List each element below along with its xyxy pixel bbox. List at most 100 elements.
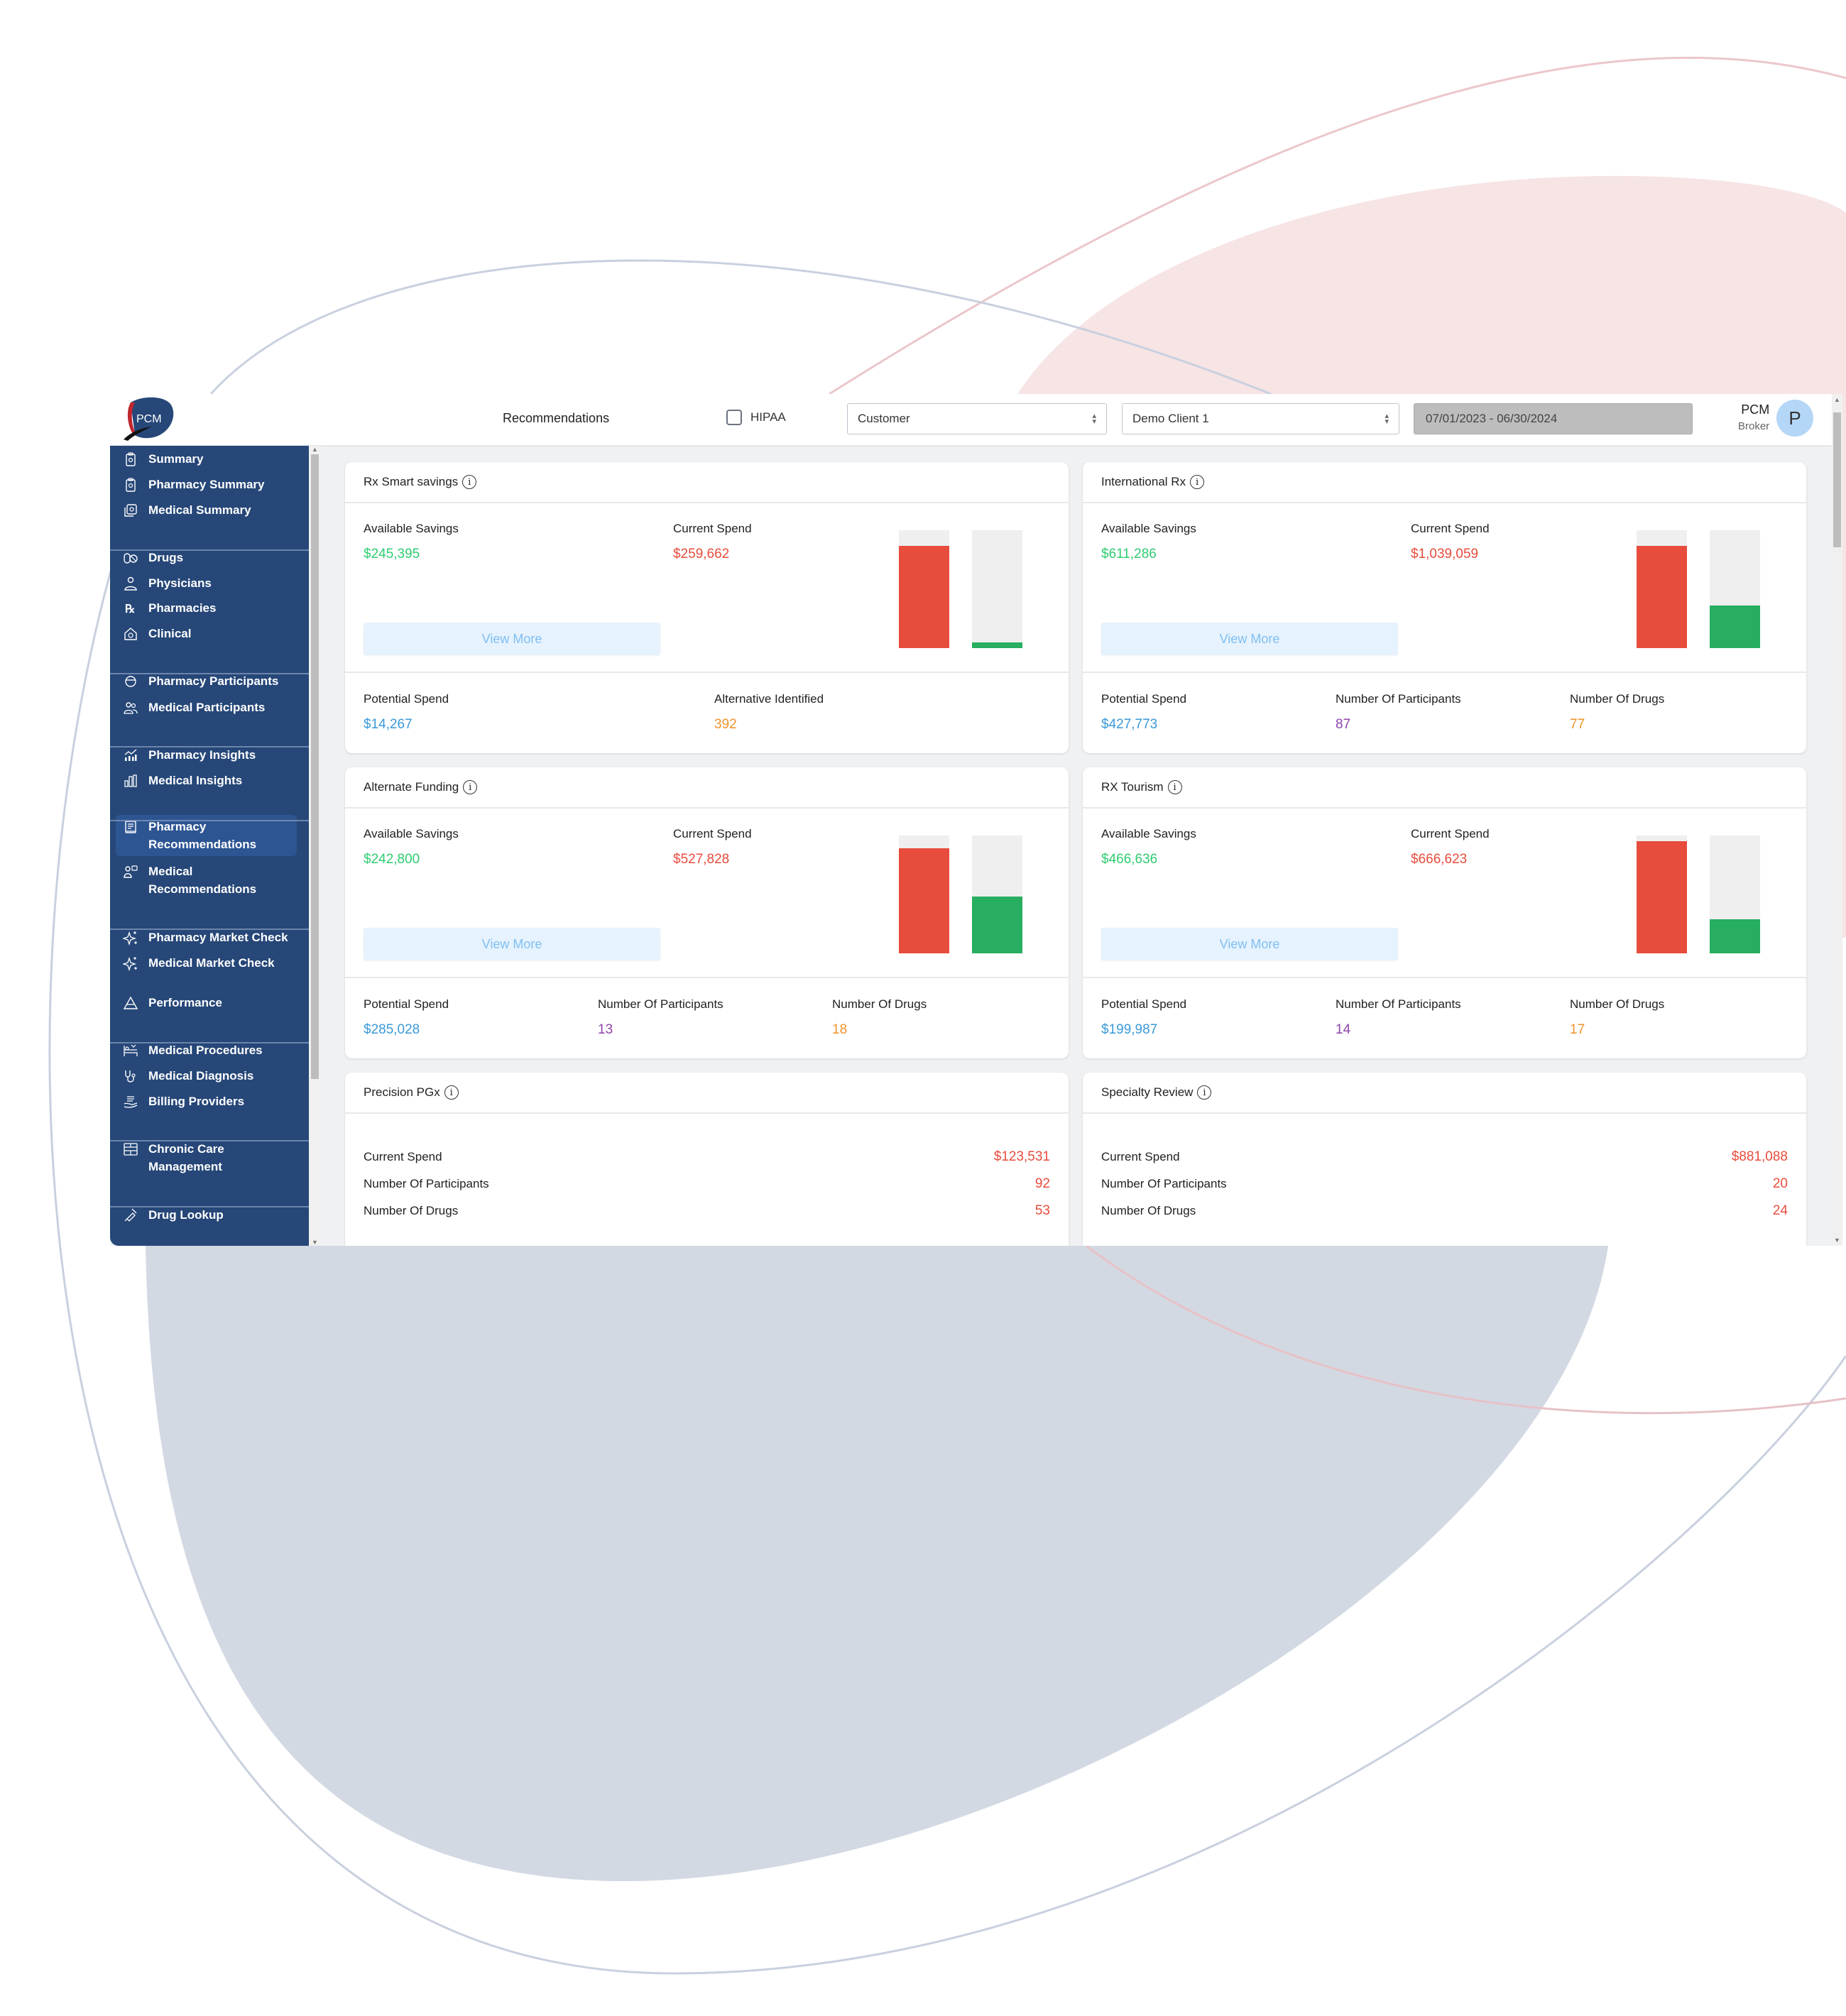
user-role: Broker	[1738, 420, 1770, 432]
pyramid-icon	[123, 995, 138, 1011]
sidebar-item-clinical[interactable]: Clinical	[116, 622, 297, 645]
users-icon	[123, 700, 138, 716]
current-spend-bar	[1637, 545, 1687, 648]
sidebar-item-label: Medical Diagnosis	[148, 1069, 254, 1083]
number-of-participants-value: 20	[1772, 1176, 1788, 1191]
potential-spend-bar-track	[972, 836, 1022, 953]
info-icon[interactable]: i	[1167, 780, 1182, 794]
sidebar-item-label: Medical Recommendations	[148, 865, 257, 896]
main-scroll-thumb[interactable]	[1833, 412, 1841, 547]
app-window: PCM Recommendations HIPAA Customer ▴ ▾ De…	[110, 394, 1842, 1246]
sidebar-divider	[110, 673, 309, 674]
bar-chart-icon	[123, 773, 138, 789]
page-title: Recommendations	[503, 411, 610, 425]
number-of-participants-label: Number Of Participants	[1336, 997, 1461, 1011]
number-of-drugs-value: 18	[832, 1022, 848, 1037]
main-scrollbar[interactable]: ▲ ▼	[1832, 394, 1842, 1246]
sidebar-item-label: Summary	[148, 452, 204, 466]
card-alternate-funding: Alternate Funding i Available Savings $242,…	[345, 767, 1069, 1058]
sidebar-item-label: Medical Summary	[148, 503, 251, 517]
view-more-button[interactable]: View More	[364, 928, 660, 960]
number-of-participants-label: Number Of Participants	[598, 997, 723, 1011]
sidebar-item-performance[interactable]: Performance	[116, 991, 297, 1014]
hand-money-icon	[123, 1094, 138, 1110]
number-of-participants-label: Number Of Participants	[1101, 1177, 1227, 1190]
avatar[interactable]: P	[1776, 400, 1813, 437]
sidebar-item-label: Performance	[148, 996, 222, 1009]
view-more-button[interactable]: View More	[364, 623, 660, 655]
sidebar-divider	[110, 1140, 309, 1141]
user-info[interactable]: PCM Broker	[1738, 402, 1769, 432]
scroll-up-icon[interactable]: ▲	[1834, 396, 1840, 403]
checkbox-box[interactable]	[726, 410, 742, 425]
sidebar-item-physicians[interactable]: Physicians	[116, 571, 297, 595]
scroll-down-icon[interactable]: ▼	[312, 1239, 318, 1246]
current-spend-bar-track	[1637, 530, 1687, 648]
sidebar-item-medical-diagnosis[interactable]: Medical Diagnosis	[116, 1064, 297, 1088]
sidebar-divider	[110, 1042, 309, 1043]
current-spend-value: $881,088	[1731, 1149, 1788, 1164]
sidebar-item-billing-providers[interactable]: Billing Providers	[116, 1090, 297, 1113]
current-spend-bar-track	[899, 836, 949, 953]
current-spend-value: $666,623	[1411, 852, 1468, 867]
sidebar-item-summary[interactable]: Summary	[116, 447, 297, 471]
number-of-drugs-label: Number Of Drugs	[1101, 1204, 1196, 1217]
sidebar-item-medical-recommendations[interactable]: Medical Recommendations	[116, 860, 297, 901]
sidebar-item-pharmacy-summary[interactable]: Pharmacy Summary	[116, 473, 297, 496]
stethoscope-icon	[123, 1068, 138, 1084]
sidebar-scrollbar[interactable]: ▲ ▼	[309, 446, 321, 1246]
scroll-up-icon[interactable]: ▲	[312, 446, 318, 453]
number-of-drugs-value: 77	[1570, 717, 1585, 732]
select-arrows-icon: ▴ ▾	[1384, 412, 1389, 426]
sidebar-item-medical-summary[interactable]: Medical Summary	[116, 498, 297, 522]
sidebar-item-medical-participants[interactable]: Medical Participants	[116, 696, 297, 719]
info-icon[interactable]: i	[444, 1085, 459, 1100]
sidebar-item-label: Pharmacy Participants	[148, 674, 279, 688]
sidebar-divider	[110, 746, 309, 747]
info-icon[interactable]: i	[462, 475, 477, 489]
date-range-input[interactable]: 07/01/2023 - 06/30/2024	[1414, 403, 1693, 434]
potential-spend-value: $285,028	[364, 1022, 420, 1037]
current-spend-label: Current Spend	[1411, 522, 1490, 535]
pcm-logo[interactable]: PCM	[121, 395, 178, 442]
sidebar-scroll-thumb[interactable]	[311, 454, 319, 1079]
potential-spend-bar	[1710, 919, 1760, 953]
participant-icon	[123, 674, 138, 689]
consult-icon	[123, 864, 138, 880]
current-spend-label: Current Spend	[1101, 1150, 1180, 1163]
available-savings-label: Available Savings	[364, 522, 459, 535]
number-of-participants-label: Number Of Participants	[364, 1177, 489, 1190]
scroll-down-icon[interactable]: ▼	[1834, 1237, 1840, 1244]
alternative-identified-label: Alternative Identified	[714, 692, 824, 706]
info-icon[interactable]: i	[1197, 1085, 1212, 1100]
sidebar-item-label: Chronic Care Management	[148, 1142, 224, 1173]
card-international: International Rx i Available Savings $611,2…	[1083, 462, 1806, 753]
number-of-participants-value: 87	[1336, 717, 1351, 732]
customer-select[interactable]: Customer ▴ ▾	[847, 403, 1107, 434]
card-divider	[1083, 977, 1806, 978]
info-icon[interactable]: i	[463, 780, 478, 794]
physician-icon	[123, 576, 138, 591]
bed-icon	[123, 1043, 138, 1058]
view-more-button[interactable]: View More	[1101, 928, 1398, 960]
hipaa-checkbox[interactable]: HIPAA	[726, 410, 786, 425]
clinic-icon	[123, 626, 138, 642]
sidebar-item-label: Pharmacy Recommendations	[148, 820, 257, 851]
sidebar-item-pharmacies[interactable]: ℞ Pharmacies	[116, 596, 297, 620]
current-spend-bar	[1637, 841, 1687, 953]
sidebar-item-medical-market-check[interactable]: Medical Market Check	[116, 951, 297, 975]
date-range-value: 07/01/2023 - 06/30/2024	[1426, 412, 1558, 425]
info-icon[interactable]: i	[1190, 475, 1205, 489]
card-title: Rx Smart savings	[364, 475, 459, 488]
sidebar-item-label: Medical Participants	[148, 701, 266, 714]
sidebar-divider	[110, 549, 309, 551]
client-select[interactable]: Demo Client 1 ▴ ▾	[1122, 403, 1399, 434]
current-spend-label: Current Spend	[673, 522, 752, 535]
sidebar-item-medical-insights[interactable]: Medical Insights	[116, 769, 297, 792]
number-of-drugs-label: Number Of Drugs	[364, 1204, 459, 1217]
sidebar-item-chronic-care-management[interactable]: Chronic Care Management	[116, 1137, 297, 1178]
card-divider	[1083, 672, 1806, 673]
view-more-button[interactable]: View More	[1101, 623, 1398, 655]
number-of-drugs-label: Number Of Drugs	[1570, 997, 1665, 1011]
card-rx-tourism: RX Tourism i Available Savings $466,636 Curr…	[1083, 767, 1806, 1058]
